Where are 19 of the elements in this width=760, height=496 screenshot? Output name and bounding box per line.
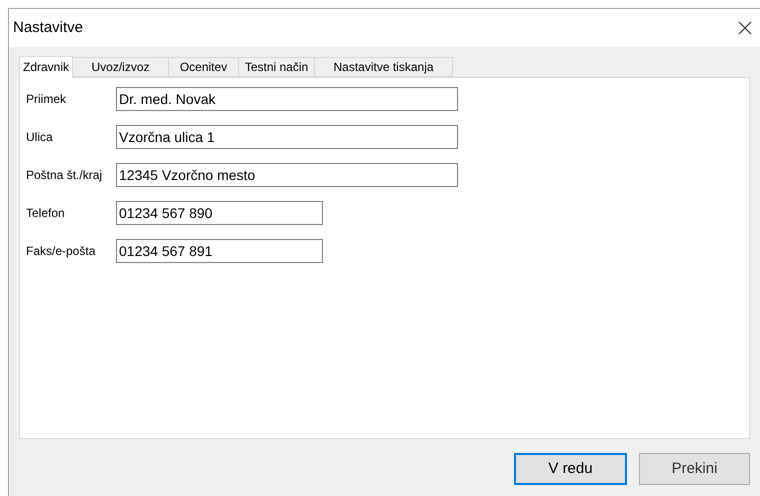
text-field[interactable]: 01234 567 891 <box>116 239 323 263</box>
text-field[interactable]: Dr. med. Novak <box>116 87 458 111</box>
tab[interactable]: Nastavitve tiskanja <box>315 57 454 77</box>
tab[interactable]: Testni način <box>239 57 316 77</box>
tab[interactable]: Uvoz/izvoz <box>73 57 170 77</box>
tab[interactable]: Zdravnik <box>19 56 74 78</box>
dialog-button[interactable]: V redu <box>514 453 627 485</box>
field-label: Ulica <box>26 129 54 146</box>
text-field[interactable]: Vzorčna ulica 1 <box>116 125 458 149</box>
text-field[interactable]: 12345 Vzorčno mesto <box>116 163 458 187</box>
close-icon[interactable] <box>738 21 752 35</box>
field-label: Telefon <box>26 205 66 222</box>
field-label: Priimek <box>26 91 68 108</box>
tab[interactable]: Ocenitev <box>169 57 240 77</box>
window-title: Nastavitve <box>13 18 84 38</box>
field-label: Poštna št./kraj <box>26 167 104 184</box>
dialog-button[interactable]: Prekini <box>639 453 750 485</box>
field-label: Faks/e-pošta <box>26 243 96 260</box>
text-field[interactable]: 01234 567 890 <box>116 201 323 225</box>
